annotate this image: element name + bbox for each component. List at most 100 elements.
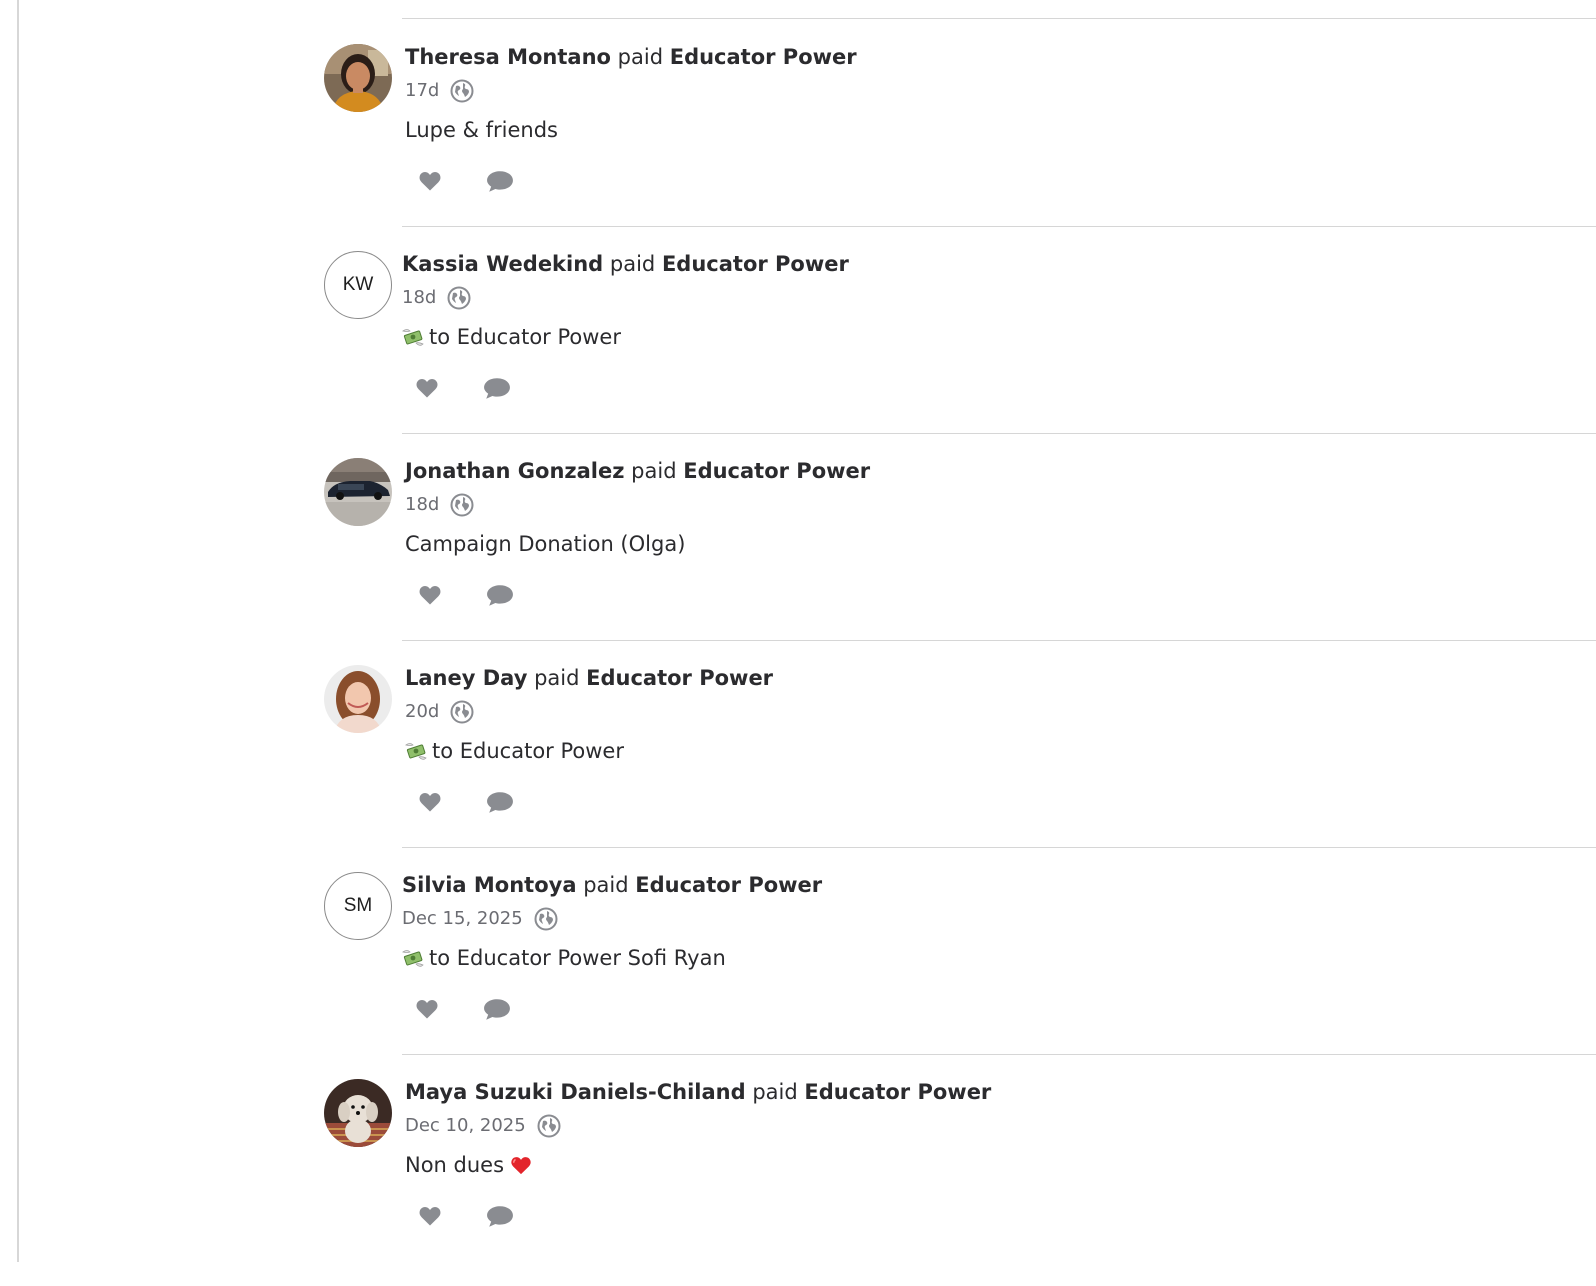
story-headline: Laney Day paid Educator Power <box>405 665 773 691</box>
story-note: to Educator Power Sofi Ryan <box>402 945 726 971</box>
comment-button[interactable] <box>475 1201 525 1231</box>
feed-divider <box>402 847 1596 848</box>
initials-avatar[interactable]: SM <box>324 872 392 940</box>
actor-name[interactable]: Laney Day <box>405 666 527 690</box>
comment-button[interactable] <box>475 580 525 610</box>
story-note: to Educator Power <box>405 738 624 764</box>
heart-icon <box>417 583 443 607</box>
story-headline: Silvia Montoya paid Educator Power <box>402 872 822 898</box>
story-verb: paid <box>752 1080 798 1104</box>
comment-button[interactable] <box>475 166 525 196</box>
note-text: to Educator Power Sofi Ryan <box>429 946 726 970</box>
car-photo-avatar[interactable] <box>324 458 392 526</box>
story-actions <box>402 994 522 1024</box>
like-button[interactable] <box>405 787 455 817</box>
feed-story[interactable]: Laney Day paid Educator Power 20d to Edu… <box>0 665 1596 872</box>
actor-name[interactable]: Maya Suzuki Daniels-Chiland <box>405 1080 746 1104</box>
heart-icon <box>417 790 443 814</box>
target-name[interactable]: Educator Power <box>670 45 857 69</box>
story-headline: Maya Suzuki Daniels-Chiland paid Educato… <box>405 1079 991 1105</box>
actor-name[interactable]: Jonathan Gonzalez <box>405 459 624 483</box>
heart-icon <box>417 169 443 193</box>
like-button[interactable] <box>405 580 455 610</box>
like-button[interactable] <box>405 166 455 196</box>
like-button[interactable] <box>405 1201 455 1231</box>
globe-icon <box>450 79 474 103</box>
note-text: Lupe & friends <box>405 118 558 142</box>
heart-icon <box>417 1204 443 1228</box>
story-actions <box>405 580 525 610</box>
red-heart-icon <box>510 1155 532 1175</box>
feed-divider <box>402 226 1596 227</box>
comment-button[interactable] <box>475 787 525 817</box>
story-actions <box>402 373 522 403</box>
note-text: Campaign Donation (Olga) <box>405 532 686 556</box>
story-time[interactable]: 18d <box>405 494 439 516</box>
story-actions <box>405 787 525 817</box>
money-with-wings-icon <box>402 948 424 968</box>
target-name[interactable]: Educator Power <box>586 666 773 690</box>
heart-icon <box>414 376 440 400</box>
feed-divider <box>402 433 1596 434</box>
story-meta: Dec 10, 2025 <box>405 1114 561 1138</box>
like-button[interactable] <box>402 373 452 403</box>
comment-bubble-icon <box>483 376 511 400</box>
globe-icon <box>537 1114 561 1138</box>
note-text: Non dues <box>405 1153 505 1177</box>
dog-photo-avatar[interactable] <box>324 1079 392 1147</box>
story-note: to Educator Power <box>402 324 621 350</box>
feed-story[interactable]: Maya Suzuki Daniels-Chiland paid Educato… <box>0 1079 1596 1286</box>
feed-story[interactable]: KW Kassia Wedekind paid Educator Power 1… <box>0 251 1596 458</box>
globe-icon <box>450 700 474 724</box>
story-meta: 20d <box>405 700 474 724</box>
story-time[interactable]: Dec 10, 2025 <box>405 1115 526 1137</box>
like-button[interactable] <box>402 994 452 1024</box>
comment-button[interactable] <box>472 994 522 1024</box>
comment-bubble-icon <box>486 790 514 814</box>
story-time[interactable]: 18d <box>402 287 436 309</box>
story-verb: paid <box>583 873 629 897</box>
feed-story[interactable]: Jonathan Gonzalez paid Educator Power 18… <box>0 458 1596 665</box>
person-photo-avatar[interactable] <box>324 665 392 733</box>
payment-feed: Theresa Montano paid Educator Power 17d … <box>0 0 1596 1262</box>
story-meta: 18d <box>402 286 471 310</box>
target-name[interactable]: Educator Power <box>804 1080 991 1104</box>
story-verb: paid <box>631 459 677 483</box>
story-time[interactable]: 20d <box>405 701 439 723</box>
story-headline: Kassia Wedekind paid Educator Power <box>402 251 849 277</box>
story-verb: paid <box>609 252 656 276</box>
note-text: to Educator Power <box>429 325 621 349</box>
money-with-wings-icon <box>402 327 424 347</box>
story-time[interactable]: 17d <box>405 80 439 102</box>
feed-story[interactable]: SM Silvia Montoya paid Educator Power De… <box>0 872 1596 1079</box>
actor-name[interactable]: Kassia Wedekind <box>402 252 603 276</box>
person-photo-avatar[interactable] <box>324 44 392 112</box>
globe-icon <box>447 286 471 310</box>
story-time[interactable]: Dec 15, 2025 <box>402 908 523 930</box>
target-name[interactable]: Educator Power <box>662 252 849 276</box>
story-actions <box>405 166 525 196</box>
actor-name[interactable]: Silvia Montoya <box>402 873 577 897</box>
story-headline: Jonathan Gonzalez paid Educator Power <box>405 458 870 484</box>
comment-bubble-icon <box>486 583 514 607</box>
target-name[interactable]: Educator Power <box>635 873 822 897</box>
comment-bubble-icon <box>483 997 511 1021</box>
feed-story[interactable]: Theresa Montano paid Educator Power 17d … <box>0 44 1596 251</box>
story-note: Non dues <box>405 1152 532 1178</box>
actor-name[interactable]: Theresa Montano <box>405 45 611 69</box>
feed-divider <box>402 1054 1596 1055</box>
story-meta: 18d <box>405 493 474 517</box>
story-headline: Theresa Montano paid Educator Power <box>405 44 857 70</box>
story-verb: paid <box>617 45 664 69</box>
comment-button[interactable] <box>472 373 522 403</box>
story-meta: 17d <box>405 79 474 103</box>
story-note: Lupe & friends <box>405 117 558 143</box>
globe-icon <box>534 907 558 931</box>
heart-icon <box>414 997 440 1021</box>
target-name[interactable]: Educator Power <box>683 459 870 483</box>
feed-divider <box>402 18 1596 19</box>
globe-icon <box>450 493 474 517</box>
comment-bubble-icon <box>486 1204 514 1228</box>
note-text: to Educator Power <box>432 739 624 763</box>
initials-avatar[interactable]: KW <box>324 251 392 319</box>
